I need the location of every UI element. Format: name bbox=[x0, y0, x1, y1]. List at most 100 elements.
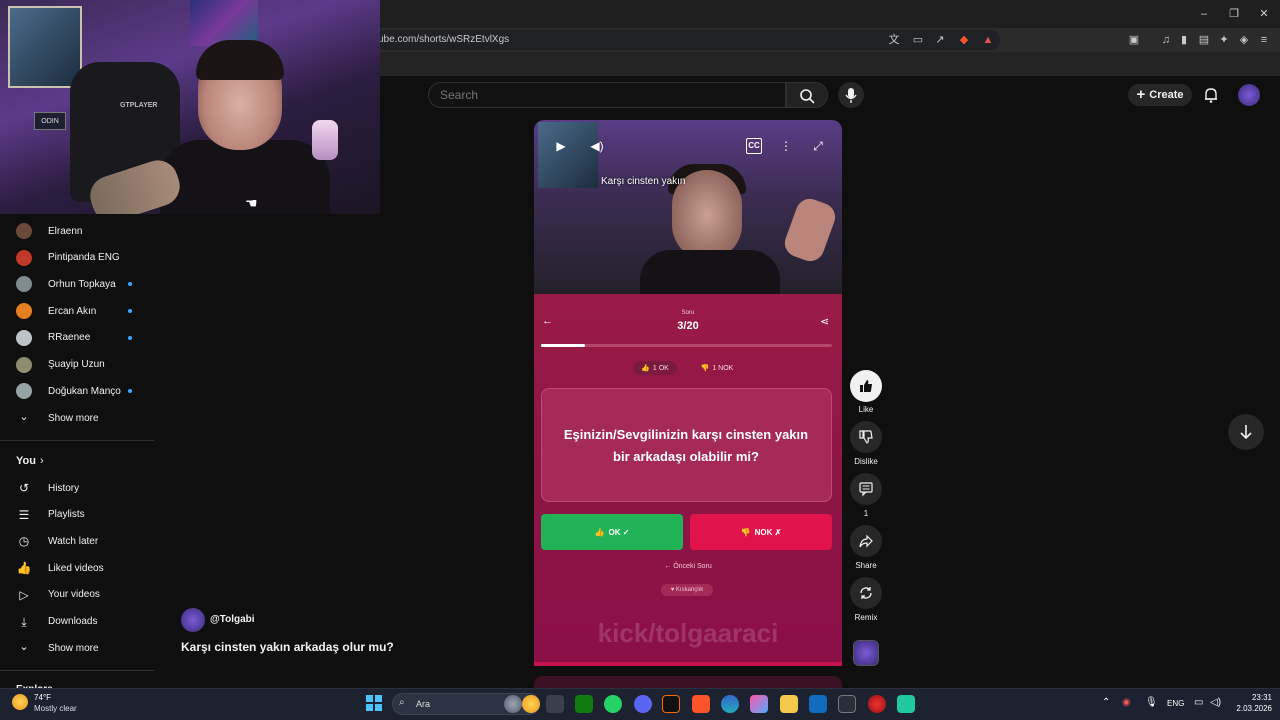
like-button[interactable] bbox=[850, 370, 882, 402]
copilot-icon[interactable] bbox=[522, 695, 540, 713]
you-item[interactable]: ▷ Your videos bbox=[0, 582, 154, 608]
share-button[interactable] bbox=[850, 525, 882, 557]
menu-icon[interactable]: ≡ bbox=[1256, 32, 1272, 48]
weather-moon-icon[interactable] bbox=[12, 694, 28, 710]
notifications-button[interactable] bbox=[1202, 86, 1220, 104]
mail-icon[interactable] bbox=[809, 695, 827, 713]
xbox-icon[interactable] bbox=[575, 695, 593, 713]
next-short-preview[interactable] bbox=[534, 676, 842, 688]
close-window-icon[interactable]: ✕ bbox=[1256, 6, 1272, 22]
minimize-icon[interactable]: – bbox=[1196, 6, 1212, 22]
comments-button[interactable] bbox=[850, 473, 882, 505]
tray-mic-icon[interactable]: 🎙 bbox=[1145, 697, 1158, 708]
store-icon[interactable] bbox=[838, 695, 856, 713]
you-item[interactable]: ☰ Playlists bbox=[0, 502, 154, 528]
network-icon[interactable]: ▭ bbox=[1194, 697, 1203, 708]
captions-icon[interactable]: CC bbox=[746, 138, 762, 154]
subscription-item[interactable]: Orhun Topkaya bbox=[0, 271, 154, 297]
screenshot-icon[interactable]: ▣ bbox=[1126, 32, 1142, 48]
url-text[interactable]: ube.com/shorts/wSRzEtvlXgs bbox=[378, 34, 509, 45]
tray-overflow-icon[interactable]: ⌃ bbox=[1102, 697, 1110, 708]
question-label: Soru bbox=[681, 310, 695, 316]
brave-icon[interactable] bbox=[692, 695, 710, 713]
you-item[interactable]: 👍 Liked videos bbox=[0, 555, 154, 581]
input-language[interactable]: ENG bbox=[1167, 699, 1184, 708]
playlists-icon: ☰ bbox=[18, 507, 30, 522]
subscription-item[interactable]: Pintipanda ENG bbox=[0, 245, 154, 271]
show-more-you[interactable]: ⌄ Show more bbox=[0, 635, 154, 661]
channel-name[interactable]: @Tolgabi bbox=[210, 614, 255, 625]
create-button[interactable]: + Create bbox=[1128, 84, 1192, 106]
subscription-item[interactable]: Ercan Akın bbox=[0, 298, 154, 324]
vpn-icon[interactable]: ◈ bbox=[1236, 32, 1252, 48]
play-icon[interactable]: ▶ bbox=[553, 138, 569, 154]
voice-search-button[interactable] bbox=[838, 82, 864, 108]
subscription-item[interactable]: Şuayip Uzun bbox=[0, 352, 154, 378]
sidebar-divider bbox=[0, 670, 154, 671]
video-progress-bar[interactable] bbox=[534, 662, 842, 666]
edge-icon[interactable] bbox=[721, 695, 739, 713]
subscription-item[interactable]: Doğukan Manço bbox=[0, 378, 154, 404]
video-background-poster bbox=[538, 122, 598, 188]
show-more-subscriptions[interactable]: ⌄ Show more bbox=[0, 405, 154, 431]
search-button[interactable] bbox=[786, 82, 828, 108]
start-button[interactable] bbox=[366, 695, 382, 711]
you-item[interactable]: ⤓ Downloads bbox=[0, 609, 154, 635]
new-content-dot bbox=[128, 389, 132, 394]
file-explorer-icon[interactable] bbox=[780, 695, 798, 713]
fullscreen-icon[interactable]: ⤢ bbox=[810, 138, 826, 154]
tray-app-icon[interactable]: ◉ bbox=[1122, 697, 1131, 708]
subscription-item[interactable]: Elraenn bbox=[0, 218, 154, 244]
widget-icon[interactable] bbox=[504, 695, 522, 713]
wallet-icon[interactable]: ▤ bbox=[1196, 32, 1212, 48]
audio-channel-avatar[interactable] bbox=[853, 640, 879, 666]
share-page-icon[interactable]: ↗ bbox=[932, 32, 948, 48]
weather-temperature[interactable]: 74°F bbox=[34, 693, 51, 702]
weather-description[interactable]: Mostly clear bbox=[34, 704, 77, 713]
ok-answer-button[interactable]: 👍 OK ✓ bbox=[541, 514, 683, 550]
app-icon-red[interactable] bbox=[868, 695, 886, 713]
previous-question-link[interactable]: ← Önceki Soru bbox=[534, 563, 842, 570]
volume-icon[interactable]: ◁) bbox=[1210, 697, 1221, 708]
brave-shield-icon[interactable]: ◆ bbox=[956, 32, 972, 48]
obs-app-icon[interactable] bbox=[662, 695, 680, 713]
you-section-header[interactable]: You bbox=[16, 455, 36, 467]
whatsapp-icon[interactable] bbox=[604, 695, 622, 713]
channel-avatar bbox=[16, 329, 32, 346]
windows-icon bbox=[366, 695, 382, 711]
remix-button[interactable] bbox=[850, 577, 882, 609]
brave-rewards-icon[interactable]: ▲ bbox=[980, 32, 996, 48]
more-options-icon[interactable]: ⋮ bbox=[778, 138, 794, 154]
comments-count: 1 bbox=[863, 509, 869, 518]
hand-cursor-icon: ☚ bbox=[245, 195, 258, 211]
channel-avatar[interactable] bbox=[181, 608, 205, 632]
chevron-down-icon: ⌄ bbox=[19, 411, 29, 423]
task-view-icon[interactable] bbox=[546, 695, 564, 713]
you-item[interactable]: ◷ Watch later bbox=[0, 528, 154, 554]
you-item[interactable]: ↺ History bbox=[0, 475, 154, 501]
taskbar-search-label[interactable]: Ara bbox=[416, 699, 430, 709]
volume-icon[interactable]: ◀) bbox=[589, 138, 605, 154]
copilot-app-icon[interactable] bbox=[750, 695, 768, 713]
remix-icon bbox=[860, 587, 872, 599]
cast-icon[interactable]: ▭ bbox=[910, 32, 926, 48]
leo-ai-icon[interactable]: ✦ bbox=[1216, 32, 1232, 48]
wall-poster bbox=[8, 6, 82, 88]
next-short-button[interactable] bbox=[1228, 414, 1264, 450]
translate-icon[interactable]: 文 bbox=[886, 32, 902, 48]
nok-answer-button[interactable]: 👎 NOK ✗ bbox=[690, 514, 832, 550]
app-icon-teal[interactable] bbox=[897, 695, 915, 713]
discord-icon[interactable] bbox=[634, 695, 652, 713]
sidebar-icon[interactable]: ▮ bbox=[1176, 32, 1192, 48]
clock-time[interactable]: 23:31 bbox=[1236, 693, 1272, 702]
account-avatar[interactable] bbox=[1238, 84, 1260, 106]
media-icon[interactable]: ♫ bbox=[1158, 32, 1174, 48]
restore-icon[interactable]: ❐ bbox=[1226, 6, 1242, 22]
show-more-label: Show more bbox=[48, 642, 99, 654]
subscription-item[interactable]: RRaenee bbox=[0, 325, 154, 351]
subscription-label: RRaenee bbox=[48, 332, 91, 344]
clock-date[interactable]: 2.03.2026 bbox=[1226, 704, 1272, 713]
search-input[interactable] bbox=[440, 88, 770, 102]
thumbs-up-icon bbox=[860, 380, 872, 392]
dislike-button[interactable] bbox=[850, 421, 882, 453]
